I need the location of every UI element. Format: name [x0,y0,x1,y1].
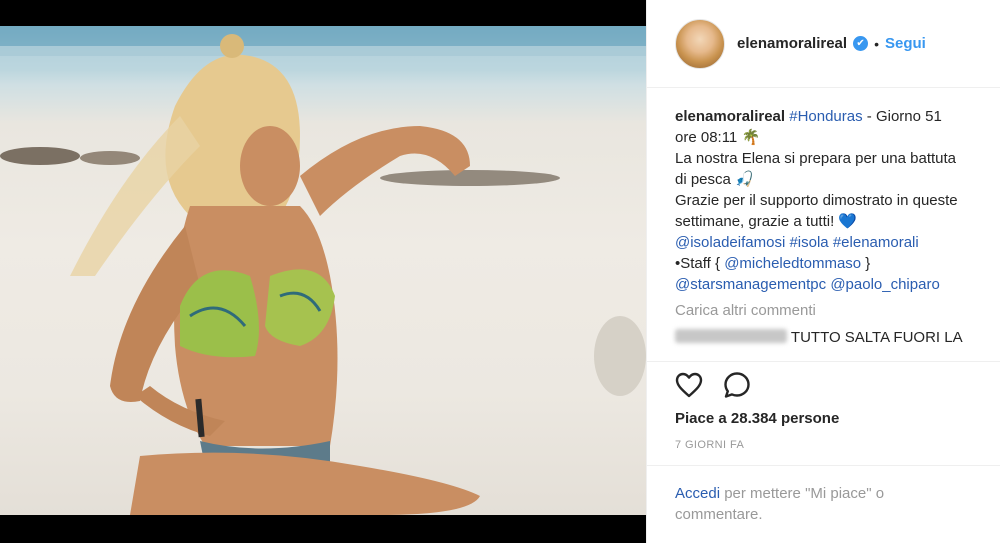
hashtag-link[interactable]: #isola [789,234,828,251]
beach-photo-illustration [0,26,646,515]
post-timestamp[interactable]: 7 GIORNI FA [647,439,1000,451]
mention-link[interactable]: @paolo_chiparo [830,276,939,293]
caption-text: settimane, grazie a tutti! 💙 [675,213,858,230]
comments-section: elenamoralireal #Honduras - Giorno 51 or… [647,88,1000,362]
post-author-username[interactable]: elenamoralireal [737,35,847,52]
post-actions [647,362,1000,408]
load-more-comments-button[interactable]: Carica altri commenti [675,302,1000,319]
caption-text: ore 08:11 🌴 [675,129,761,146]
heart-outline-icon[interactable] [675,372,703,398]
separator-dot: • [874,35,879,52]
avatar[interactable] [675,18,725,69]
post-caption: elenamoralireal #Honduras - Giorno 51 or… [675,106,999,295]
post-sidebar: elenamoralireal ✔ • Segui elenamoralirea… [646,0,1000,543]
caption-text: La nostra Elena si prepara per una battu… [675,150,957,167]
caption-text: Grazie per il supporto dimostrato in que… [675,192,958,209]
comment-item: TUTTO SALTA FUORI LA [675,329,1000,346]
comment-username-blurred[interactable] [675,329,787,343]
follow-button[interactable]: Segui [885,35,926,52]
post-photo[interactable] [0,26,646,515]
caption-text: •Staff { [675,255,725,272]
post-header: elenamoralireal ✔ • Segui [647,0,1000,88]
hashtag-link[interactable]: #Honduras [789,108,862,125]
verified-badge-icon: ✔ [853,36,869,51]
login-prompt: Accedi per mettere "Mi piace" o commenta… [647,465,1000,525]
caption-text: - Giorno 51 [862,108,942,125]
login-link[interactable]: Accedi [675,485,720,502]
mention-link[interactable]: @starsmanagementpc [675,276,826,293]
post-media-area [0,0,646,543]
likes-number[interactable]: 28.384 [731,410,777,427]
hashtag-link[interactable]: #elenamorali [833,234,919,251]
likes-count: Piace a 28.384 persone [647,410,1000,427]
comment-text: TUTTO SALTA FUORI LA [790,329,963,346]
mention-link[interactable]: @isoladeifamosi [675,234,785,251]
likes-prefix: Piace a [675,410,731,427]
caption-text: } [861,255,871,272]
comment-bubble-icon[interactable] [723,371,751,399]
caption-text: di pesca 🎣 [675,171,754,188]
mention-link[interactable]: @micheledtommaso [724,255,861,272]
caption-username[interactable]: elenamoralireal [675,108,785,125]
likes-suffix: persone [776,410,840,427]
